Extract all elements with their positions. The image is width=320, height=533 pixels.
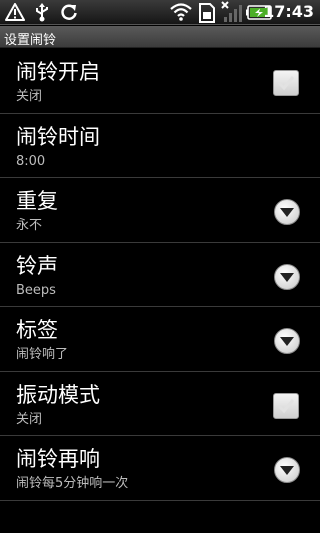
setting-repeat[interactable]: 重复 永不 bbox=[0, 178, 320, 243]
clock-time: 17:43 bbox=[263, 2, 314, 21]
title-bar: 设置闹铃 bbox=[0, 26, 320, 48]
warning-icon bbox=[5, 3, 25, 25]
setting-title: 闹铃再响 bbox=[16, 447, 100, 471]
setting-title: 标签 bbox=[16, 318, 58, 342]
repeat-dropdown-button[interactable] bbox=[274, 199, 300, 225]
setting-alarm-enabled[interactable]: 闹铃开启 关闭 bbox=[0, 49, 320, 114]
page-title: 设置闹铃 bbox=[4, 33, 57, 48]
label-dropdown-button[interactable] bbox=[274, 328, 300, 354]
setting-snooze[interactable]: 闹铃再响 闹铃每5分钟响一次 bbox=[0, 436, 320, 501]
status-bar: 17:43 bbox=[0, 0, 320, 25]
sim-icon bbox=[198, 3, 216, 27]
wifi-icon bbox=[170, 3, 192, 25]
setting-vibrate[interactable]: 振动模式 关闭 bbox=[0, 372, 320, 436]
ringtone-dropdown-button[interactable] bbox=[274, 263, 300, 290]
vibrate-checkbox[interactable] bbox=[273, 392, 299, 419]
settings-list: 闹铃开启 关闭 闹铃时间 8:00 重复 永不 铃声 Beeps 标签 闹铃响了… bbox=[0, 49, 320, 501]
setting-summary: Beeps bbox=[16, 282, 56, 298]
setting-title: 铃声 bbox=[16, 253, 58, 278]
setting-alarm-time[interactable]: 闹铃时间 8:00 bbox=[0, 114, 320, 178]
alarm-enabled-checkbox[interactable] bbox=[273, 70, 299, 96]
setting-label[interactable]: 标签 闹铃响了 bbox=[0, 307, 320, 372]
setting-summary: 闹铃每5分钟响一次 bbox=[16, 476, 129, 491]
snooze-dropdown-button[interactable] bbox=[274, 457, 300, 483]
setting-title: 闹铃时间 bbox=[16, 124, 100, 149]
setting-title: 闹铃开启 bbox=[16, 60, 100, 84]
setting-summary: 8:00 bbox=[16, 153, 46, 169]
usb-icon bbox=[34, 3, 50, 26]
setting-title: 振动模式 bbox=[16, 382, 100, 407]
setting-summary: 关闭 bbox=[16, 411, 43, 427]
setting-summary: 关闭 bbox=[16, 89, 43, 104]
setting-title: 重复 bbox=[16, 189, 58, 213]
chevron-down-icon bbox=[280, 208, 294, 217]
sync-icon bbox=[60, 3, 78, 25]
checkmark-icon bbox=[277, 76, 295, 91]
chevron-down-icon bbox=[280, 272, 294, 282]
setting-ringtone[interactable]: 铃声 Beeps bbox=[0, 243, 320, 307]
no-signal-icon bbox=[220, 1, 244, 27]
chevron-down-icon bbox=[280, 337, 294, 346]
checkmark-icon bbox=[277, 398, 295, 413]
setting-summary: 闹铃响了 bbox=[16, 347, 69, 362]
chevron-down-icon bbox=[280, 466, 294, 475]
setting-summary: 永不 bbox=[16, 218, 43, 233]
